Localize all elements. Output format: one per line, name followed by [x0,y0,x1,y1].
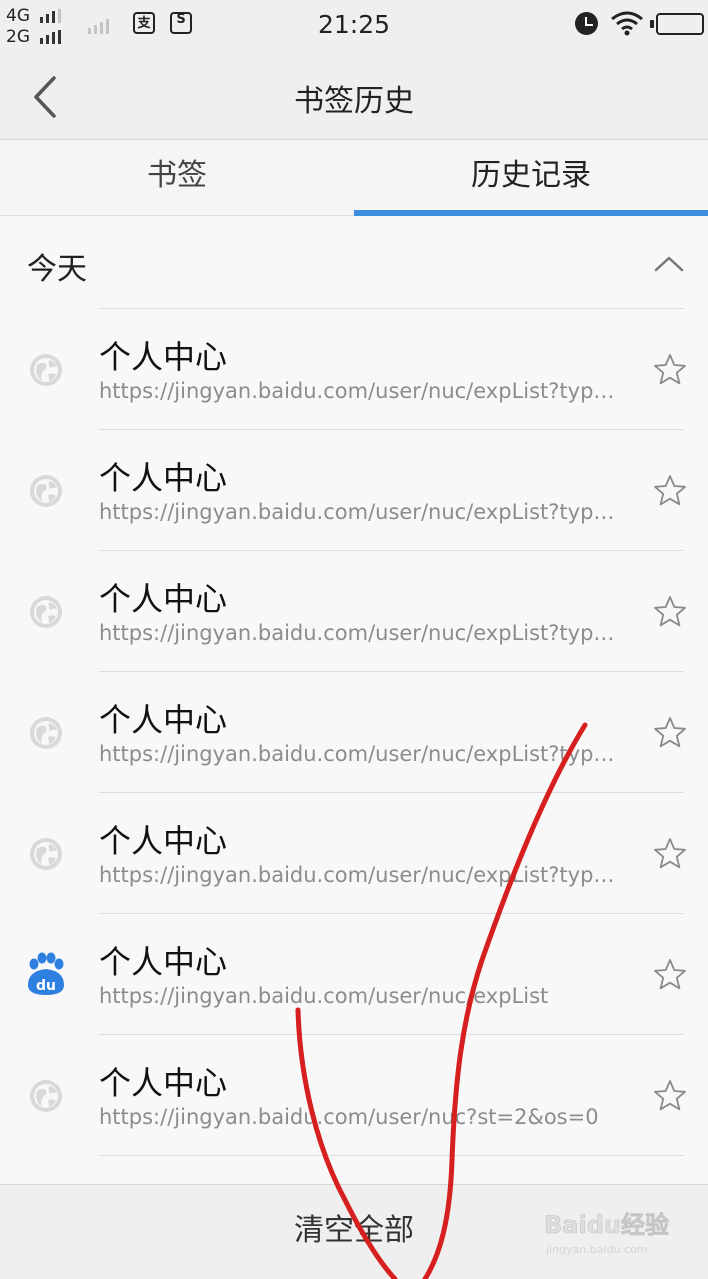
history-item-title: 个人中心 [99,1064,228,1102]
divider [99,913,684,914]
tab-bookmarks[interactable]: 书签 [0,140,354,216]
divider [99,429,684,430]
history-item-url: https://jingyan.baidu.com/user/nuc/expLi… [99,379,624,403]
history-item[interactable]: 个人中心 https://jingyan.baidu.com/user/nuc/… [0,429,708,550]
star-icon[interactable] [653,958,687,992]
history-item-title: 个人中心 [99,701,228,739]
svg-text:jingyan.baidu.com: jingyan.baidu.com [545,1243,648,1256]
globe-icon [30,717,62,749]
globe-icon [30,1080,62,1112]
divider [99,550,684,551]
history-item-url: https://jingyan.baidu.com/user/nuc/expLi… [99,863,624,887]
star-icon[interactable] [653,716,687,750]
history-item[interactable]: 个人中心 https://jingyan.baidu.com/user/nuc/… [0,308,708,429]
history-item-url: https://jingyan.baidu.com/user/nuc/expLi… [99,500,624,524]
clock: 21:25 [317,10,391,39]
divider [99,1034,684,1035]
baidu-jingyan-watermark: Baidu经验 jingyan.baidu.com [544,1211,670,1256]
svg-text:du: du [36,978,56,994]
history-item-partial[interactable] [0,1155,708,1175]
globe-icon [30,354,62,386]
history-item-url: https://jingyan.baidu.com/user/nuc/expLi… [99,621,624,645]
history-item-url: https://jingyan.baidu.com/user/nuc/expLi… [99,984,549,1008]
divider [99,1155,684,1156]
tab-history[interactable]: 历史记录 [354,140,708,216]
history-item[interactable]: 个人中心 https://jingyan.baidu.com/user/nuc?… [0,1034,708,1155]
star-icon[interactable] [653,1079,687,1113]
tab-bar: 书签 历史记录 [0,140,708,216]
title-bar: 书签历史 [0,52,708,140]
status-bar: 4G 2G 支 S 21:25 [0,0,708,52]
history-item[interactable]: 个人中心 https://jingyan.baidu.com/user/nuc/… [0,550,708,671]
history-item-title: 个人中心 [99,338,228,376]
globe-icon [30,475,62,507]
page-title: 书签历史 [294,84,414,119]
history-list: 个人中心 https://jingyan.baidu.com/user/nuc/… [0,308,708,1175]
history-item-title: 个人中心 [99,822,228,860]
section-header-today[interactable]: 今天 [0,216,708,308]
svg-text:Baidu经验: Baidu经验 [544,1211,669,1239]
section-title: 今天 [27,252,87,287]
chevron-up-icon[interactable] [652,254,686,274]
history-item-url: https://jingyan.baidu.com/user/nuc?st=2&… [99,1105,599,1129]
history-item[interactable]: 个人中心 https://jingyan.baidu.com/user/nuc/… [0,671,708,792]
divider [99,671,684,672]
battery-icon [650,13,704,35]
divider [99,792,684,793]
alarm-icon [575,12,598,35]
history-item-title: 个人中心 [99,459,228,497]
baidu-icon: du [28,952,64,995]
divider [99,308,684,309]
globe-icon [30,596,62,628]
history-item[interactable]: du 个人中心 https://jingyan.baidu.com/user/n… [0,913,708,1034]
history-item-title: 个人中心 [99,943,228,981]
globe-icon [30,838,62,870]
history-item-title: 个人中心 [99,580,228,618]
history-item-url: https://jingyan.baidu.com/user/nuc/expLi… [99,742,624,766]
star-icon[interactable] [653,353,687,387]
wifi-icon [611,11,643,36]
star-icon[interactable] [653,837,687,871]
history-item[interactable]: 个人中心 https://jingyan.baidu.com/user/nuc/… [0,792,708,913]
star-icon[interactable] [653,474,687,508]
star-icon[interactable] [653,595,687,629]
